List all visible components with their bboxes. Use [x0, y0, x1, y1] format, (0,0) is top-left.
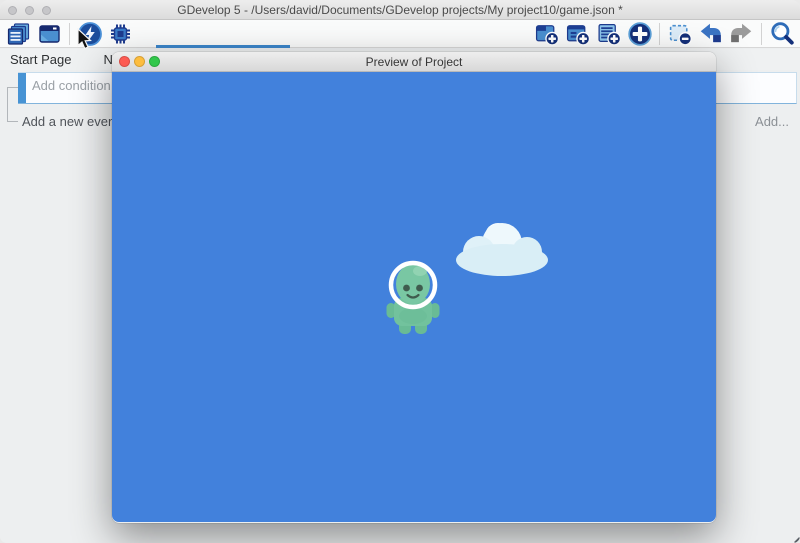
zoom-button[interactable] — [42, 6, 51, 15]
tab-start-page[interactable]: Start Page — [0, 49, 85, 70]
add-more-event-types-button[interactable] — [626, 21, 653, 47]
undo-icon — [697, 21, 724, 47]
add-sub-event-button[interactable] — [564, 21, 591, 47]
redo-button[interactable] — [728, 21, 755, 47]
event-selection-strip — [18, 73, 26, 103]
debugger-chip-icon — [108, 22, 133, 46]
toolbar-separator — [761, 23, 762, 45]
toolbar-separator — [659, 23, 660, 45]
minimize-button[interactable] — [25, 6, 34, 15]
active-tab-indicator — [156, 45, 290, 48]
window-title: GDevelop 5 - /Users/david/Documents/GDev… — [177, 3, 623, 17]
preview-zoom-button[interactable] — [149, 56, 160, 67]
project-manager-icon — [6, 22, 31, 46]
preview-window: Preview of Project — [112, 52, 716, 523]
cloud-sprite — [450, 219, 554, 277]
add-event-button[interactable] — [533, 21, 560, 47]
add-comment-icon — [596, 21, 622, 46]
preview-titlebar[interactable]: Preview of Project — [112, 52, 716, 72]
alien-character-sprite — [380, 256, 446, 336]
debugger-button[interactable] — [107, 21, 134, 47]
preview-title: Preview of Project — [366, 55, 463, 69]
delete-selection-button[interactable] — [666, 21, 693, 47]
close-button[interactable] — [8, 6, 17, 15]
add-more-button[interactable]: Add... — [755, 114, 789, 129]
start-page-button[interactable] — [36, 21, 63, 47]
search-button[interactable] — [768, 21, 795, 47]
add-sub-event-icon — [565, 21, 591, 46]
app-titlebar[interactable]: GDevelop 5 - /Users/david/Documents/GDev… — [0, 0, 800, 20]
redo-icon — [728, 21, 755, 47]
preview-window-controls — [119, 56, 160, 67]
window-controls — [8, 6, 51, 15]
gdevelop-window: GDevelop 5 - /Users/david/Documents/GDev… — [0, 0, 800, 543]
window-icon — [37, 22, 62, 46]
undo-button[interactable] — [697, 21, 724, 47]
add-circle-icon — [627, 21, 653, 47]
mouse-cursor — [76, 28, 93, 52]
main-toolbar — [0, 20, 800, 48]
search-icon — [769, 21, 795, 47]
add-condition-link[interactable]: Add condition — [26, 73, 111, 103]
preview-close-button[interactable] — [119, 56, 130, 67]
delete-selection-icon — [667, 21, 693, 46]
project-manager-button[interactable] — [5, 21, 32, 47]
add-event-icon — [534, 21, 560, 46]
toolbar-separator — [69, 23, 70, 45]
add-comment-button[interactable] — [595, 21, 622, 47]
add-new-event-button[interactable]: Add a new event — [22, 114, 119, 129]
preview-minimize-button[interactable] — [134, 56, 145, 67]
preview-canvas[interactable] — [112, 72, 716, 522]
